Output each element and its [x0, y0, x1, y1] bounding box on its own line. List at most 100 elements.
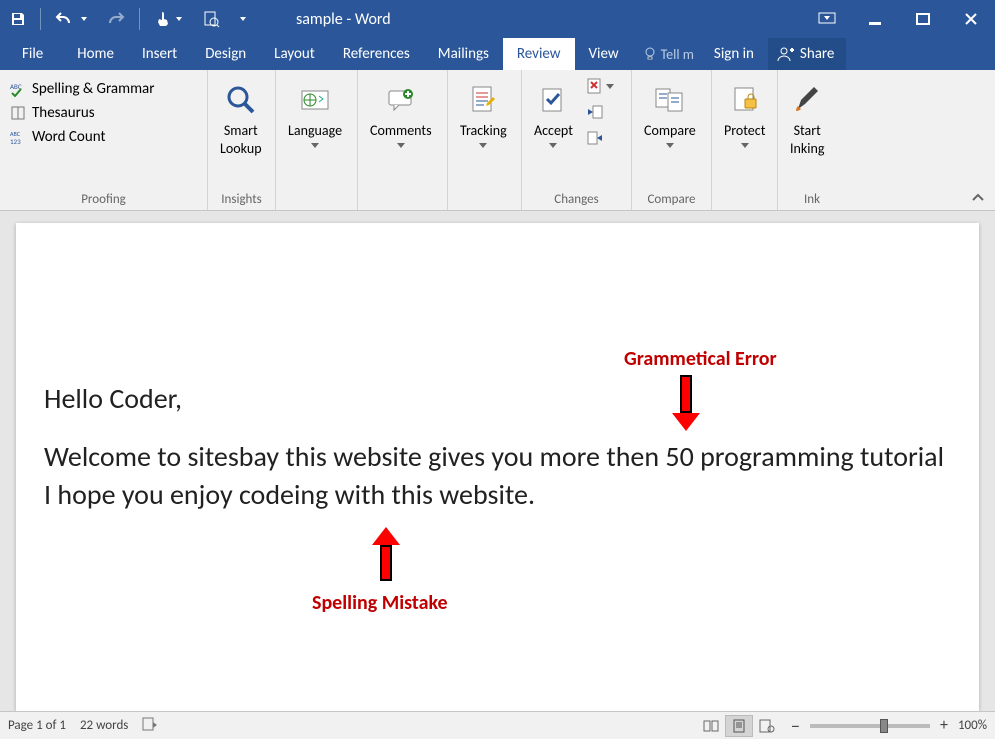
wordcount-icon: ABC123 — [10, 129, 26, 145]
menu-review[interactable]: Review — [503, 38, 575, 70]
share-button[interactable]: Share — [768, 38, 846, 70]
chevron-down-icon — [606, 84, 614, 89]
menu-file[interactable]: File — [0, 38, 63, 70]
protect-label: Protect — [724, 122, 765, 140]
body-part-1: Welcome to sitesbay this website gives y… — [44, 439, 606, 474]
menu-references[interactable]: References — [329, 38, 424, 70]
inking-label: Inking — [790, 140, 824, 158]
menu-layout[interactable]: Layout — [260, 38, 329, 70]
thesaurus-button[interactable]: Thesaurus — [10, 104, 154, 122]
macro-indicator[interactable] — [142, 717, 158, 735]
customize-qat-button[interactable] — [230, 0, 260, 38]
menu-mailings[interactable]: Mailings — [424, 38, 503, 70]
abc-check-icon: ABC — [10, 81, 26, 97]
tell-me-search[interactable]: Tell m — [637, 38, 700, 70]
minimize-icon — [868, 12, 882, 26]
print-layout-button[interactable] — [725, 715, 753, 737]
chevron-down-icon — [397, 143, 405, 148]
protect-icon — [731, 85, 759, 115]
minimize-button[interactable] — [851, 0, 899, 38]
read-icon — [703, 720, 719, 732]
ribbon-display-options-button[interactable] — [803, 0, 851, 38]
spelling-grammar-label: Spelling & Grammar — [32, 80, 154, 98]
undo-button[interactable] — [45, 0, 97, 38]
compare-icon — [654, 86, 686, 114]
menu-bar: File Home Insert Design Layout Reference… — [0, 38, 995, 70]
smart-lookup-button[interactable]: Smart Lookup — [214, 74, 268, 162]
annotation-spelling: Spelling Mistake — [312, 591, 448, 615]
document-page[interactable]: Hello Coder, Welcome to sitesbay this we… — [16, 223, 979, 711]
word-count-label: Word Count — [32, 128, 105, 146]
zoom-level[interactable]: 100% — [958, 718, 987, 733]
compare-button[interactable]: Compare — [638, 74, 702, 152]
lookup-label: Lookup — [220, 140, 262, 158]
save-icon — [10, 11, 26, 27]
tracking-button[interactable]: Tracking — [454, 74, 513, 152]
share-person-icon — [776, 45, 796, 63]
redo-button[interactable] — [97, 0, 135, 38]
chevron-down-icon — [666, 143, 674, 148]
previous-change-button[interactable] — [583, 100, 618, 124]
group-compare: Compare Compare — [632, 70, 712, 210]
sign-in-button[interactable]: Sign in — [700, 38, 768, 70]
group-label-ink: Ink — [784, 188, 840, 210]
word-count-indicator[interactable]: 22 words — [80, 718, 128, 733]
save-button[interactable] — [0, 0, 36, 38]
quick-access-toolbar — [0, 0, 260, 38]
chevron-down-icon — [311, 143, 319, 148]
group-protect: Protect — [712, 70, 778, 210]
next-change-button[interactable] — [583, 126, 618, 150]
chevron-up-icon — [971, 192, 985, 202]
ribbon: ABC Spelling & Grammar Thesaurus ABC123 … — [0, 70, 995, 211]
accept-button[interactable]: Accept — [528, 74, 579, 152]
comment-icon — [386, 87, 416, 113]
touch-mode-button[interactable] — [144, 0, 192, 38]
grammar-error-word[interactable]: then — [606, 439, 659, 474]
view-buttons — [697, 715, 781, 737]
group-label-insights: Insights — [214, 188, 269, 210]
reject-button[interactable] — [583, 74, 618, 98]
language-button[interactable]: Language — [282, 74, 348, 152]
maximize-button[interactable] — [899, 0, 947, 38]
smart-label: Smart — [224, 122, 258, 140]
group-language: Language — [276, 70, 358, 210]
undo-icon — [55, 11, 77, 27]
print-preview-button[interactable] — [192, 0, 230, 38]
tracking-label: Tracking — [460, 122, 507, 140]
spelling-error-word[interactable]: codeing — [239, 477, 328, 512]
collapse-ribbon-button[interactable] — [971, 189, 985, 206]
spelling-grammar-button[interactable]: ABC Spelling & Grammar — [10, 80, 154, 98]
tracking-icon — [469, 85, 497, 115]
lightbulb-icon — [643, 47, 657, 61]
page-indicator[interactable]: Page 1 of 1 — [8, 718, 66, 733]
group-comments: Comments — [358, 70, 448, 210]
ribbon-options-icon — [818, 12, 836, 26]
zoom-in-button[interactable]: + — [940, 716, 948, 735]
group-changes: Accept Changes — [522, 70, 632, 210]
prev-icon — [587, 104, 603, 120]
zoom-out-button[interactable]: − — [791, 715, 800, 737]
accept-icon — [539, 85, 567, 115]
web-layout-button[interactable] — [753, 715, 781, 737]
start-label: Start — [794, 122, 821, 140]
close-icon — [964, 12, 978, 26]
accept-label: Accept — [534, 122, 573, 140]
zoom-slider[interactable] — [810, 724, 930, 728]
menu-insert[interactable]: Insert — [128, 38, 191, 70]
group-proofing: ABC Spelling & Grammar Thesaurus ABC123 … — [0, 70, 208, 210]
document-area: Hello Coder, Welcome to sitesbay this we… — [0, 211, 995, 711]
comments-button[interactable]: Comments — [364, 74, 438, 152]
protect-button[interactable]: Protect — [718, 74, 771, 152]
menu-home[interactable]: Home — [63, 38, 128, 70]
word-count-button[interactable]: ABC123 Word Count — [10, 128, 154, 146]
read-mode-button[interactable] — [697, 715, 725, 737]
document-title: sample - Word — [296, 10, 391, 29]
close-button[interactable] — [947, 0, 995, 38]
arrow-down-icon — [676, 375, 696, 431]
weblayout-icon — [759, 719, 775, 733]
touch-icon — [154, 10, 172, 28]
menu-view[interactable]: View — [575, 38, 633, 70]
menu-design[interactable]: Design — [191, 38, 260, 70]
start-inking-button[interactable]: Start Inking — [784, 74, 830, 162]
macro-icon — [142, 717, 158, 731]
